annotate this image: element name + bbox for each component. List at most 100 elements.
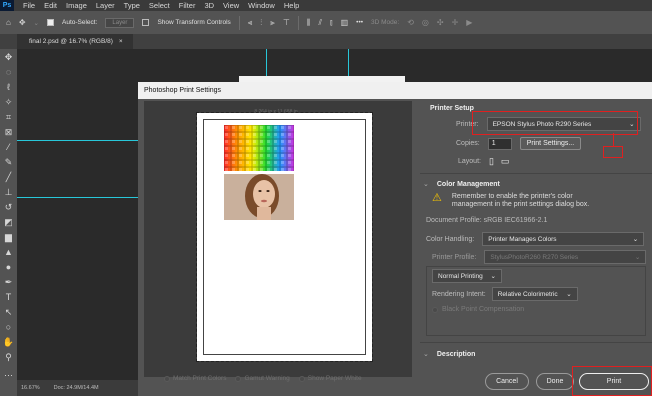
layout-label: Layout: xyxy=(458,158,481,165)
printer-profile-value: StylusPhotoR260 R270 Series xyxy=(490,253,579,261)
lasso-tool-icon[interactable]: ℓ xyxy=(2,81,15,94)
match-print-colors-option[interactable]: Match Print Colors xyxy=(164,375,226,382)
blur-tool-icon[interactable]: ▲ xyxy=(2,246,15,259)
more-tools-icon[interactable]: ⋯ xyxy=(2,369,15,382)
rendering-intent-dropdown[interactable]: Relative Colorimetric ⌄ xyxy=(491,287,578,301)
normal-printing-dropdown[interactable]: Normal Printing ⌄ xyxy=(432,269,502,283)
done-button[interactable]: Done xyxy=(536,373,574,390)
distribute-spacing-icon[interactable]: ▥ xyxy=(341,18,349,27)
move-tool-icon[interactable]: ✥ xyxy=(19,18,26,27)
brush-tool-icon[interactable]: ╱ xyxy=(2,171,15,184)
checkbox[interactable] xyxy=(298,375,305,382)
auto-select-dropdown[interactable]: Layer xyxy=(105,17,135,28)
warning-icon: ⚠ xyxy=(432,192,442,204)
menu-filter[interactable]: Filter xyxy=(179,1,196,10)
magic-wand-icon[interactable]: ✧ xyxy=(2,96,15,109)
zoom-level[interactable]: 16.67% xyxy=(21,385,40,391)
printer-profile-label: Printer Profile: xyxy=(432,253,477,261)
align-center-icon[interactable]: ⫶ xyxy=(260,18,262,28)
gamut-warning-option[interactable]: Gamut Warning xyxy=(235,375,290,382)
distribute-center-icon[interactable]: ⫽ xyxy=(318,18,322,28)
menu-file[interactable]: File xyxy=(23,1,35,10)
dodge-tool-icon[interactable]: ● xyxy=(2,261,15,274)
menu-type[interactable]: Type xyxy=(124,1,140,10)
pan-icon[interactable]: ✣ xyxy=(437,18,444,27)
photoshop-logo: Ps xyxy=(0,0,14,11)
highlight-connector xyxy=(613,133,614,147)
crop-tool-icon[interactable]: ⌗ xyxy=(2,111,15,124)
marquee-tool-icon[interactable]: ◌ xyxy=(2,66,15,79)
print-settings-button[interactable]: Print Settings... xyxy=(519,137,582,150)
eyedropper-icon[interactable]: ⁄ xyxy=(2,141,15,154)
shape-tool-icon[interactable]: ○ xyxy=(2,321,15,334)
rainbow-cubes-image[interactable] xyxy=(224,125,294,171)
distribute-right-icon[interactable]: ⫾ xyxy=(330,18,333,28)
warning-text: Remember to enable the printer's color m… xyxy=(451,193,590,208)
color-handling-value: Printer Manages Colors xyxy=(488,235,557,243)
eraser-tool-icon[interactable]: ◩ xyxy=(2,216,15,229)
close-icon[interactable]: × xyxy=(119,38,123,45)
orbit-icon[interactable]: ⟲ xyxy=(407,18,414,27)
menu-view[interactable]: View xyxy=(223,1,239,10)
slide-icon[interactable]: ✛ xyxy=(452,18,459,27)
highlight-box xyxy=(572,366,652,396)
menu-3d[interactable]: 3D xyxy=(204,1,214,10)
type-tool-icon[interactable]: T xyxy=(2,291,15,304)
pen-tool-icon[interactable]: ✒ xyxy=(2,276,15,289)
chevron-down-icon[interactable]: ⌄ xyxy=(423,180,429,188)
align-top-icon[interactable]: ⊤ xyxy=(283,18,290,27)
frame-tool-icon[interactable]: ⊠ xyxy=(2,126,15,139)
menu-select[interactable]: Select xyxy=(149,1,170,10)
document-tab[interactable]: final 2.psd @ 16.7% (RGB/8) × xyxy=(17,34,133,49)
checkbox[interactable] xyxy=(235,375,242,382)
gradient-tool-icon[interactable]: ▆ xyxy=(2,231,15,244)
transform-controls-checkbox[interactable] xyxy=(142,19,150,26)
chevron-down-icon: ⌄ xyxy=(632,236,639,243)
doc-size: Doc: 24.9M/14.4M xyxy=(53,385,99,391)
menu-window[interactable]: Window xyxy=(248,1,275,10)
roll-icon[interactable]: ◎ xyxy=(422,18,429,27)
menu-image[interactable]: Image xyxy=(66,1,87,10)
healing-brush-icon[interactable]: ✎ xyxy=(2,156,15,169)
description-header[interactable]: ⌄ Description xyxy=(423,350,476,359)
description-heading: Description xyxy=(436,350,476,358)
chevron-down-icon[interactable]: ⌄ xyxy=(34,19,39,27)
distribute-icon[interactable]: ⫼ xyxy=(307,18,311,28)
move-tool-icon[interactable]: ✥ xyxy=(2,51,15,64)
portrait-photo-image[interactable] xyxy=(224,174,294,220)
landscape-orientation-icon[interactable]: ▭ xyxy=(501,156,510,167)
copies-input[interactable]: 1 xyxy=(487,137,512,150)
color-handling-dropdown[interactable]: Printer Manages Colors ⌄ xyxy=(482,232,645,246)
divider xyxy=(420,173,652,174)
path-select-icon[interactable]: ↖ xyxy=(2,306,15,319)
auto-select-checkbox[interactable] xyxy=(47,19,54,26)
history-brush-icon[interactable]: ↺ xyxy=(2,201,15,214)
chevron-down-icon[interactable]: ⌄ xyxy=(423,350,429,358)
show-paper-white-option[interactable]: Show Paper White xyxy=(298,375,362,382)
auto-select-label: Auto-Select: xyxy=(62,19,98,26)
color-management-header[interactable]: ⌄ Color Management xyxy=(423,180,500,189)
hand-tool-icon[interactable]: ✋ xyxy=(2,336,15,349)
black-point-checkbox[interactable] xyxy=(432,306,438,313)
tools-panel: ✥ ◌ ℓ ✧ ⌗ ⊠ ⁄ ✎ ╱ ⊥ ↺ ◩ ▆ ▲ ● ✒ T ↖ ○ ✋ … xyxy=(0,49,17,396)
options-bar: ⌂ ✥ ⌄ Auto-Select: Layer Show Transform … xyxy=(0,11,652,34)
home-icon[interactable]: ⌂ xyxy=(6,18,11,27)
printer-profile-dropdown[interactable]: StylusPhotoR260 R270 Series ⌄ xyxy=(484,250,647,264)
menu-help[interactable]: Help xyxy=(284,1,299,10)
checkbox[interactable] xyxy=(164,375,170,382)
status-bar: 16.67% Doc: 24.9M/14.4M xyxy=(17,380,152,396)
divider xyxy=(297,15,299,30)
video-camera-icon[interactable]: ▶ xyxy=(466,18,472,27)
align-right-icon[interactable]: ⫸ xyxy=(270,18,275,28)
transform-controls-label: Show Transform Controls xyxy=(157,19,231,26)
portrait-orientation-icon[interactable]: ▯ xyxy=(489,156,494,167)
more-options[interactable]: ••• xyxy=(356,19,363,26)
menu-layer[interactable]: Layer xyxy=(96,1,115,10)
menu-edit[interactable]: Edit xyxy=(44,1,57,10)
black-point-row[interactable]: Black Point Compensation xyxy=(432,306,524,313)
cancel-button[interactable]: Cancel xyxy=(485,373,529,390)
rendering-intent-value: Relative Colorimetric xyxy=(497,290,558,298)
align-left-icon[interactable]: ⫷ xyxy=(248,18,253,28)
zoom-tool-icon[interactable]: ⚲ xyxy=(2,351,15,364)
stamp-tool-icon[interactable]: ⊥ xyxy=(2,186,15,199)
